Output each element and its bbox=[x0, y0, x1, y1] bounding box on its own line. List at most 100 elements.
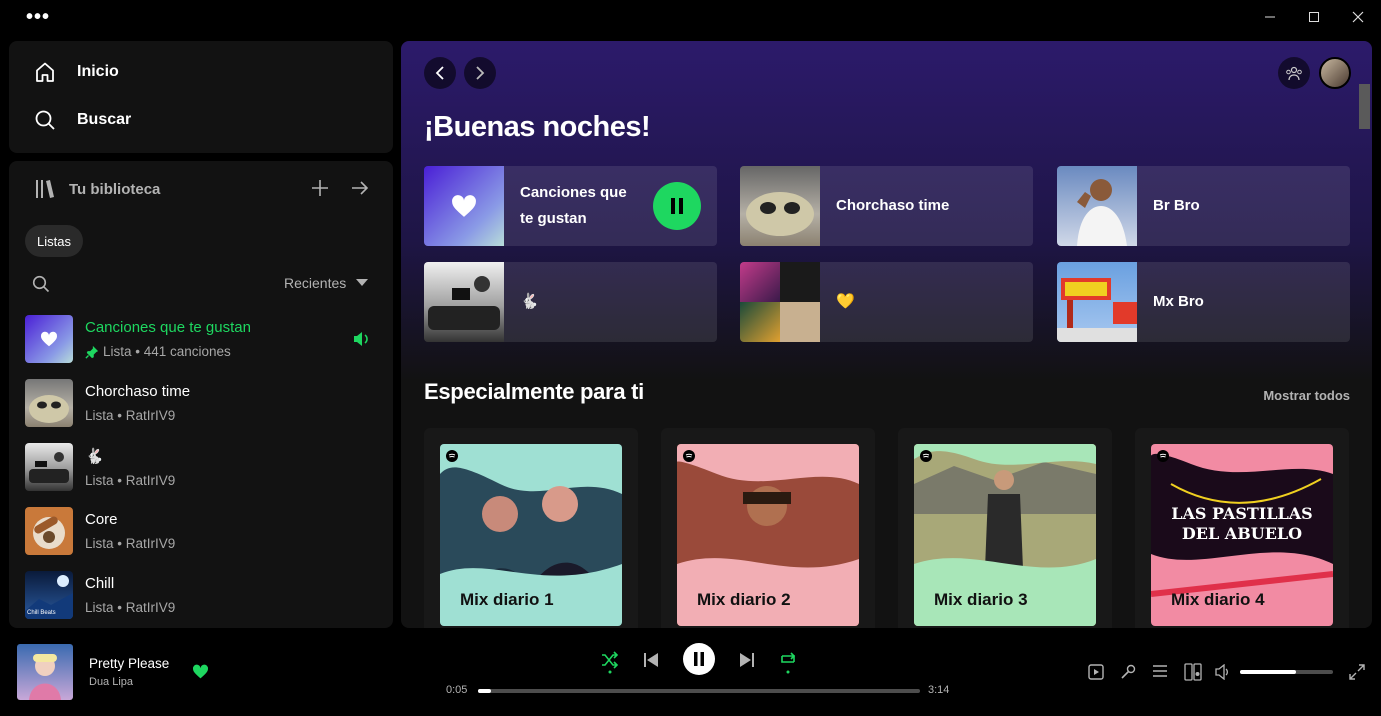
mix-art: Mix diario 1 bbox=[440, 444, 622, 626]
heart-icon bbox=[452, 195, 476, 217]
home-icon bbox=[33, 60, 57, 84]
playlist-thumb bbox=[1057, 166, 1137, 246]
library-item-liked-songs[interactable]: Canciones que te gustan Lista • 441 canc… bbox=[25, 309, 385, 369]
shortcut-label: Br Bro bbox=[1153, 197, 1200, 214]
track-artist[interactable]: Dua Lipa bbox=[89, 676, 133, 688]
shortcut-label: 🐇 bbox=[520, 293, 539, 310]
connect-device-icon[interactable] bbox=[1184, 663, 1202, 681]
library-item-chill[interactable]: Chill Beats Chill Lista • RatIrIV9 bbox=[25, 565, 385, 625]
mix-title: Mix diario 3 bbox=[934, 590, 1028, 609]
shortcut-label: 💛 bbox=[836, 293, 855, 310]
shortcut-label: Mx Bro bbox=[1153, 293, 1204, 310]
library-item-title: Chill bbox=[85, 575, 115, 592]
forward-button[interactable] bbox=[464, 57, 496, 89]
pause-icon bbox=[694, 652, 704, 666]
shortcut-liked-songs[interactable]: Canciones que te gustan bbox=[424, 166, 717, 246]
library-item-chorchaso[interactable]: Chorchaso time Lista • RatIrIV9 bbox=[25, 373, 385, 433]
nav-home-label: Inicio bbox=[77, 63, 119, 80]
previous-icon[interactable] bbox=[643, 652, 659, 668]
mix-title: Mix diario 4 bbox=[1171, 590, 1265, 609]
shuffle-icon[interactable] bbox=[601, 650, 619, 674]
back-button[interactable] bbox=[424, 57, 456, 89]
lyrics-icon[interactable] bbox=[1120, 664, 1136, 680]
mix-card-4[interactable]: LAS PASTILLAS DEL ABUELO Mix diario 4 bbox=[1135, 428, 1349, 628]
shortcut-rabbit[interactable]: 🐇 bbox=[424, 262, 717, 342]
queue-icon[interactable] bbox=[1152, 664, 1168, 680]
library-item-subtitle: Lista • RatIrIV9 bbox=[85, 472, 176, 488]
track-title[interactable]: Pretty Please bbox=[89, 656, 169, 671]
play-pause-button[interactable] bbox=[683, 643, 715, 675]
library-item-subtitle: Lista • RatIrIV9 bbox=[85, 408, 176, 423]
library-item-title: Chorchaso time bbox=[85, 383, 191, 400]
playlist-thumb bbox=[740, 166, 820, 246]
show-all-link[interactable]: Mostrar todos bbox=[1263, 388, 1350, 403]
elapsed-time: 0:05 bbox=[446, 684, 468, 696]
pin-icon bbox=[85, 345, 99, 359]
playlist-thumb bbox=[1057, 262, 1137, 342]
arrow-right-icon[interactable] bbox=[350, 178, 370, 198]
library-item-rabbit[interactable]: 🐇 Lista • RatIrIV9 bbox=[25, 437, 385, 497]
mix-title: Mix diario 1 bbox=[460, 590, 554, 609]
shortcut-yellow-heart[interactable]: 💛 bbox=[740, 262, 1033, 342]
now-playing-cover[interactable] bbox=[17, 644, 73, 700]
liked-heart-icon[interactable] bbox=[192, 664, 209, 679]
playlist-thumb bbox=[424, 262, 504, 342]
player-bar: Pretty Please Dua Lipa 0:05 3:14 bbox=[0, 636, 1381, 716]
library-header[interactable]: Tu biblioteca bbox=[33, 177, 160, 201]
friends-activity-icon[interactable] bbox=[1278, 57, 1310, 89]
volume-slider[interactable] bbox=[1240, 670, 1333, 674]
nav-search[interactable]: Buscar bbox=[33, 105, 131, 135]
shortcut-label: Canciones que te gustan bbox=[520, 184, 627, 227]
avatar[interactable] bbox=[1319, 57, 1351, 89]
speaker-playing-icon bbox=[353, 331, 370, 347]
spotify-logo-icon bbox=[446, 450, 458, 462]
heart-icon bbox=[40, 331, 58, 347]
library-search-icon[interactable] bbox=[32, 275, 50, 293]
repeat-icon[interactable] bbox=[779, 650, 797, 674]
volume-icon[interactable] bbox=[1215, 664, 1231, 680]
search-icon bbox=[33, 108, 57, 132]
mix-card-2[interactable]: Mix diario 2 bbox=[661, 428, 875, 628]
mix-art: Mix diario 3 bbox=[914, 444, 1096, 626]
shortcut-br-bro[interactable]: Br Bro bbox=[1057, 166, 1350, 246]
mix-card-3[interactable]: Mix diario 3 bbox=[898, 428, 1112, 628]
library-title: Tu biblioteca bbox=[69, 180, 161, 198]
library-item-title: Canciones que te gustan bbox=[85, 319, 251, 336]
progress-bar[interactable] bbox=[478, 689, 920, 693]
next-icon[interactable] bbox=[739, 652, 755, 668]
sort-dropdown[interactable]: Recientes bbox=[284, 275, 369, 291]
maximize-icon[interactable] bbox=[1301, 8, 1327, 26]
main-scrollbar[interactable] bbox=[1359, 84, 1370, 129]
greeting-heading: ¡Buenas noches! bbox=[424, 111, 651, 143]
playlist-mosaic bbox=[740, 262, 820, 342]
add-icon[interactable] bbox=[310, 178, 330, 198]
close-icon[interactable] bbox=[1345, 8, 1371, 26]
sort-label: Recientes bbox=[284, 275, 347, 291]
minimize-icon[interactable] bbox=[1257, 8, 1283, 26]
filter-chip-lists[interactable]: Listas bbox=[25, 225, 83, 257]
mix-art-text: LAS PASTILLAS DEL ABUELO bbox=[1171, 504, 1313, 543]
liked-songs-thumb bbox=[424, 166, 504, 246]
library-panel: Tu biblioteca Listas Recientes Canciones… bbox=[9, 161, 393, 628]
pause-button[interactable] bbox=[653, 182, 701, 230]
library-item-subtitle-text: Lista • 441 canciones bbox=[103, 344, 231, 359]
title-bar: ••• bbox=[0, 0, 1381, 34]
shortcut-mx-bro[interactable]: Mx Bro bbox=[1057, 262, 1350, 342]
spotify-logo-icon bbox=[683, 450, 695, 462]
nav-home[interactable]: Inicio bbox=[33, 57, 119, 87]
library-icon bbox=[33, 177, 57, 201]
mix-title: Mix diario 2 bbox=[697, 590, 791, 609]
library-item-title: Core bbox=[85, 511, 118, 528]
more-dots-icon[interactable]: ••• bbox=[26, 7, 50, 27]
playlist-thumb bbox=[25, 379, 73, 427]
mix-art: LAS PASTILLAS DEL ABUELO Mix diario 4 bbox=[1151, 444, 1333, 626]
thumb-text: Chill Beats bbox=[27, 610, 56, 616]
now-playing-view-icon[interactable] bbox=[1088, 664, 1104, 680]
duration-time: 3:14 bbox=[928, 684, 950, 696]
library-item-subtitle: Lista • RatIrIV9 bbox=[85, 600, 176, 615]
volume-fill bbox=[1240, 670, 1296, 674]
library-item-core[interactable]: Core Lista • RatIrIV9 bbox=[25, 501, 385, 561]
mix-card-1[interactable]: Mix diario 1 bbox=[424, 428, 638, 628]
shortcut-chorchaso[interactable]: Chorchaso time bbox=[740, 166, 1033, 246]
fullscreen-icon[interactable] bbox=[1349, 664, 1365, 680]
